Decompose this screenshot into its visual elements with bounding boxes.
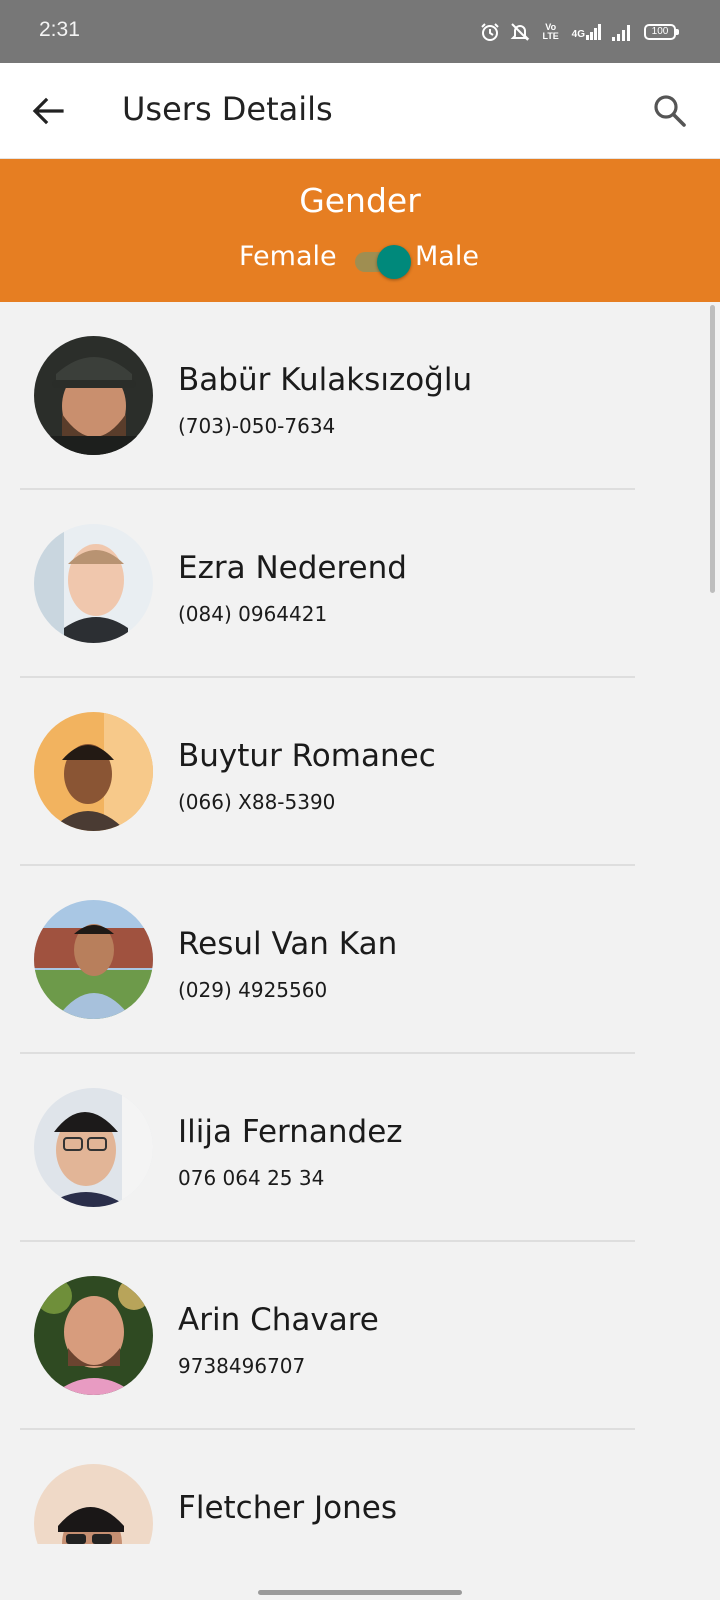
list-item[interactable]: Babür Kulaksızoğlu (703)-050-7634 [0,302,720,490]
user-name: Ilija Fernandez [178,1114,403,1150]
search-button[interactable] [650,91,690,131]
back-button[interactable] [28,91,68,131]
network-type-label: 4G [571,29,585,40]
volte-icon: Vo LTE [542,22,559,41]
avatar [34,900,153,1019]
battery-icon: 100 [644,24,679,40]
search-icon [654,95,686,127]
4g-signal-icon: 4G [572,24,602,40]
user-name: Fletcher Jones [178,1490,398,1526]
bell-off-icon [510,22,530,42]
user-phone: 9738496707 [178,1354,306,1378]
arrow-left-icon [32,97,64,125]
gender-title: Gender [299,181,421,220]
list-item[interactable]: Ezra Nederend (084) 0964421 [0,490,720,678]
avatar [34,1088,153,1207]
gender-toggle-row: Female Male [0,239,720,283]
user-name: Arin Chavare [178,1302,379,1338]
user-phone: 076 064 25 34 [178,1166,325,1190]
alarm-icon [480,22,500,42]
status-icons: Vo LTE 4G 100 [480,20,679,44]
user-name: Buytur Romanec [178,738,436,774]
status-time: 2:31 [39,18,80,41]
user-phone: (084) 0964421 [178,602,328,626]
home-indicator[interactable] [258,1590,462,1595]
user-name: Babür Kulaksızoğlu [178,362,473,398]
user-phone: (703)-050-7634 [178,414,336,438]
user-phone: (029) 4925560 [178,978,328,1002]
list-item[interactable]: Resul Van Kan (029) 4925560 [0,866,720,1054]
list-item[interactable]: Fletcher Jones [0,1430,720,1544]
list-item[interactable]: Arin Chavare 9738496707 [0,1242,720,1430]
list-item[interactable]: Buytur Romanec (066) X88-5390 [0,678,720,866]
app-bar: Users Details [0,63,720,159]
user-name: Resul Van Kan [178,926,398,962]
list-item[interactable]: Ilija Fernandez 076 064 25 34 [0,1054,720,1242]
avatar [34,1464,153,1544]
male-label: Male [415,241,479,272]
avatar [34,524,153,643]
gender-toggle-switch[interactable] [355,243,413,279]
avatar [34,1276,153,1395]
user-phone: (066) X88-5390 [178,790,336,814]
scrollbar[interactable] [710,305,715,593]
female-label: Female [239,241,337,272]
toggle-knob [377,245,411,279]
avatar [34,712,153,831]
gender-filter-panel: Gender Female Male [0,159,720,302]
status-bar: 2:31 Vo LTE 4G 100 [0,0,720,63]
signal-icon [612,23,634,41]
avatar [34,336,153,455]
page-title: Users Details [122,90,333,128]
user-list[interactable]: Babür Kulaksızoğlu (703)-050-7634 Ezra N… [0,302,720,1544]
user-name: Ezra Nederend [178,550,407,586]
